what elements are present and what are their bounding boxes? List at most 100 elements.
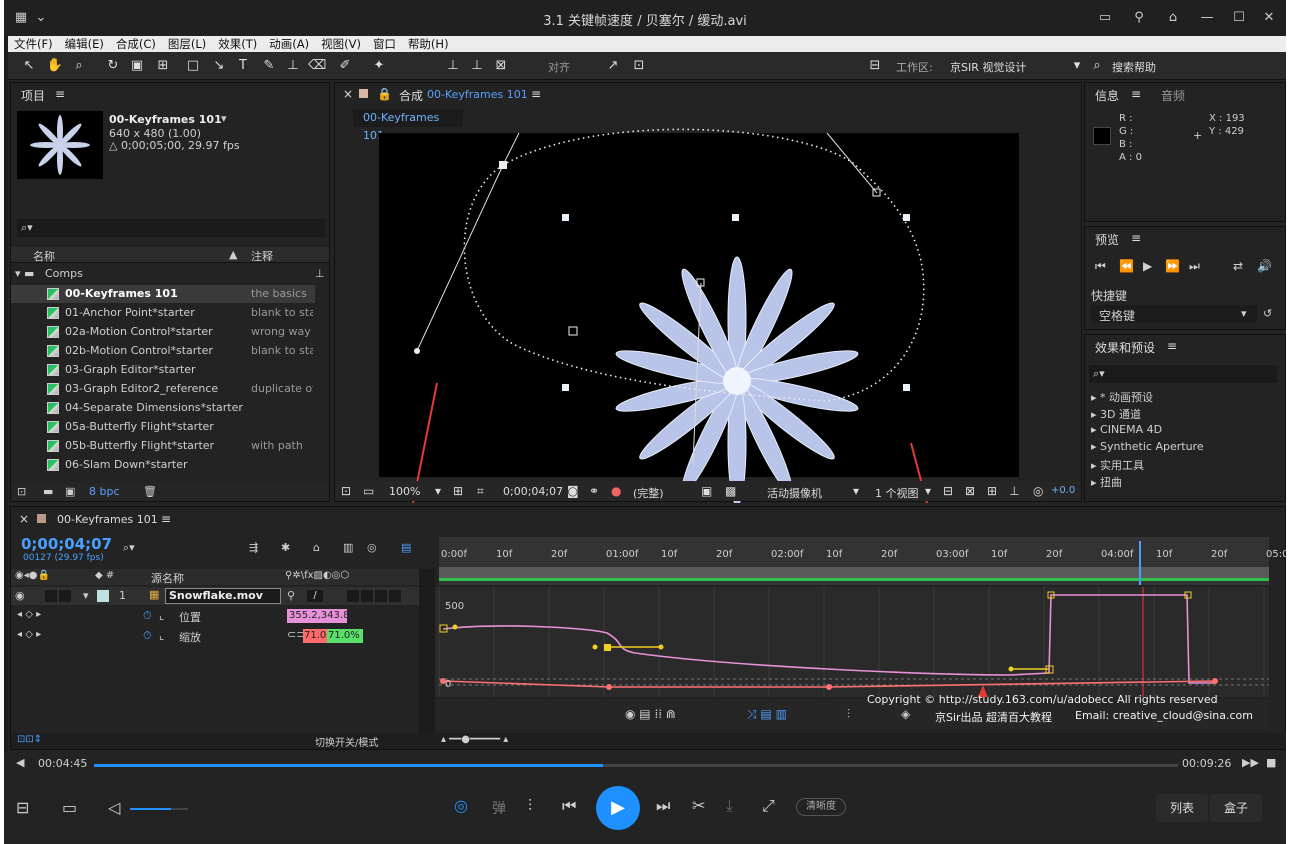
- toggle-switches-modes[interactable]: 切换开关/模式: [315, 734, 378, 749]
- transparency-grid-icon[interactable]: ▩: [725, 484, 736, 498]
- graph-editor-icon[interactable]: ▤: [401, 541, 411, 554]
- effects-tab[interactable]: 效果和预设: [1095, 339, 1155, 356]
- loop-icon[interactable]: ⇄: [1233, 259, 1243, 273]
- first-frame-icon[interactable]: ⏮: [1095, 259, 1106, 274]
- progress-track[interactable]: [94, 764, 1178, 767]
- keyframe-type-icon[interactable]: ◈: [901, 707, 910, 721]
- region-of-interest-icon[interactable]: ▣: [701, 484, 712, 498]
- exposure-value[interactable]: +0.0: [1051, 485, 1075, 496]
- trash-icon[interactable]: 🗑: [143, 485, 157, 498]
- layer-name[interactable]: Snowflake.mov: [165, 588, 281, 604]
- work-area-bar[interactable]: [439, 567, 1269, 581]
- panel-menu-icon[interactable]: ≡: [161, 512, 171, 526]
- close-icon[interactable]: ✕: [1260, 9, 1278, 27]
- mask-icon[interactable]: ⌗: [477, 484, 484, 499]
- bullet-button[interactable]: 弹: [492, 798, 506, 818]
- chevron-down-icon[interactable]: ▾: [221, 112, 227, 125]
- chevron-down-icon[interactable]: ▾: [925, 484, 931, 498]
- chevron-down-icon[interactable]: ▾: [1068, 58, 1086, 74]
- sort-icon[interactable]: ▲: [229, 248, 237, 261]
- menu-effect[interactable]: 效果(T): [212, 36, 263, 52]
- label-color[interactable]: [97, 590, 109, 602]
- settings-sliders-icon[interactable]: ⫶: [528, 796, 532, 816]
- views-select[interactable]: 1 个视图: [875, 485, 919, 501]
- rectangle-tool-icon[interactable]: □: [184, 58, 202, 74]
- scale-row[interactable]: ◂ ◇ ▸ ⏱ ⌞ 缩放 ⊂⊃ 71.0, 71.0%: [11, 627, 419, 645]
- reset-icon[interactable]: ↺: [1263, 307, 1272, 320]
- folder-comps[interactable]: Comps: [45, 267, 83, 280]
- switch-box[interactable]: [361, 590, 373, 602]
- bpc-button[interactable]: 8 bpc: [89, 485, 120, 498]
- 3d-icon[interactable]: ◎: [454, 796, 468, 815]
- footer-toggles-icon[interactable]: ⊡⊡⇕: [17, 734, 42, 745]
- hand-tool-icon[interactable]: ✋: [46, 58, 64, 74]
- project-item[interactable]: 04-Separate Dimensions*starter: [11, 399, 315, 417]
- scissors-icon[interactable]: ✂: [692, 796, 705, 815]
- menu-composition[interactable]: 合成(C): [110, 36, 162, 52]
- close-icon[interactable]: ×: [19, 512, 29, 526]
- effects-category[interactable]: ▸ 实用工具: [1091, 457, 1144, 473]
- effects-category[interactable]: ▸ CINEMA 4D: [1091, 423, 1162, 436]
- preview-tab[interactable]: 预览: [1095, 231, 1119, 248]
- next-icon[interactable]: ▶▶: [1242, 756, 1259, 769]
- new-comp-icon[interactable]: ▣: [65, 485, 75, 498]
- camera-icon[interactable]: ◙: [567, 484, 579, 498]
- time-ruler[interactable]: 0:00f 10f 20f 01:00f 10f 20f 02:00f 10f 20f 03:00…: [439, 537, 1286, 585]
- volume-track[interactable]: [130, 808, 188, 810]
- folder-expand-icon[interactable]: ▾ ▬: [15, 267, 34, 280]
- switch-box[interactable]: [347, 590, 359, 602]
- prev-icon[interactable]: ⏮: [562, 796, 576, 816]
- safe-zones-icon[interactable]: ⊞: [453, 484, 463, 498]
- draft-3d-icon[interactable]: ✱: [281, 541, 290, 554]
- column-source-name[interactable]: 源名称: [151, 570, 184, 586]
- current-time[interactable]: 0;00;04;07: [503, 485, 563, 498]
- scale-y-value[interactable]: 71.0%: [327, 629, 363, 643]
- graph-toggle-icon[interactable]: ⌞: [159, 609, 164, 622]
- puppet-tool-icon[interactable]: ✦: [370, 58, 388, 74]
- axis-view-icon[interactable]: ⊠: [492, 58, 510, 74]
- menu-animation[interactable]: 动画(A): [263, 36, 315, 52]
- toolbox-icon[interactable]: ⊟: [16, 798, 29, 817]
- menu-view[interactable]: 视图(V): [315, 36, 367, 52]
- axis-world-icon[interactable]: ⊥: [468, 58, 486, 74]
- chevron-down-icon[interactable]: ▾: [853, 484, 859, 498]
- panel-menu-icon[interactable]: ≡: [1131, 87, 1141, 101]
- snap-label[interactable]: 对齐: [548, 59, 570, 75]
- chevron-down-icon[interactable]: ▾: [83, 589, 89, 602]
- next-track-icon[interactable]: ⏭: [656, 796, 670, 816]
- prev-frame-icon[interactable]: ⏪: [1119, 259, 1134, 273]
- layer-row[interactable]: ◉ ▾ 1 ▦ Snowflake.mov ⚲ /: [11, 587, 419, 605]
- panel-menu-icon[interactable]: ≡: [1131, 231, 1141, 245]
- timeline-timecode[interactable]: 0;00;04;07: [21, 535, 112, 553]
- position-row[interactable]: ◂ ◇ ▸ ⏱ ⌞ 位置 355.2,343.8: [11, 607, 419, 625]
- lock-toggle[interactable]: [59, 590, 71, 602]
- display-icon[interactable]: ▭: [363, 484, 374, 498]
- project-tab[interactable]: 项目: [21, 87, 45, 104]
- effects-category[interactable]: ▸ 3D 通道: [1091, 406, 1141, 422]
- new-folder-icon[interactable]: ▬: [43, 485, 53, 498]
- frame-blend-icon[interactable]: ▥: [343, 541, 353, 554]
- timeline-icon[interactable]: ⊞: [987, 484, 997, 498]
- panel-menu-icon[interactable]: ≡: [1167, 339, 1177, 353]
- pin-icon[interactable]: ⚲: [1130, 9, 1148, 27]
- snap-option-icon[interactable]: ↗: [604, 58, 622, 74]
- axis-local-icon[interactable]: ⊥: [444, 58, 462, 74]
- audio-icon[interactable]: 🔊: [1257, 259, 1272, 273]
- switch-box[interactable]: [389, 590, 401, 602]
- gamepad-icon[interactable]: ⊟: [864, 58, 886, 74]
- project-item[interactable]: 05a-Butterfly Flight*starter: [11, 418, 315, 436]
- keyframe-navigator-icon[interactable]: ◂ ◇ ▸: [17, 629, 41, 640]
- menu-layer[interactable]: 图层(L): [162, 36, 212, 52]
- quality-switch[interactable]: /: [307, 590, 323, 602]
- play-button[interactable]: ▶: [596, 786, 640, 830]
- box-button[interactable]: 盒子: [1210, 794, 1262, 822]
- channel-icon[interactable]: ●: [611, 484, 621, 498]
- volume-icon[interactable]: ◁: [108, 798, 120, 817]
- shy-switch-icon[interactable]: ⚲: [287, 589, 295, 602]
- effects-category[interactable]: ▸ Synthetic Aperture: [1091, 440, 1204, 453]
- search-icon[interactable]: ⌕▾: [123, 541, 135, 555]
- stopwatch-icon[interactable]: ⏱: [143, 609, 152, 623]
- last-frame-icon[interactable]: ⏭: [1189, 259, 1200, 274]
- audio-tab[interactable]: 音频: [1161, 87, 1185, 104]
- column-name[interactable]: 名称: [33, 248, 55, 264]
